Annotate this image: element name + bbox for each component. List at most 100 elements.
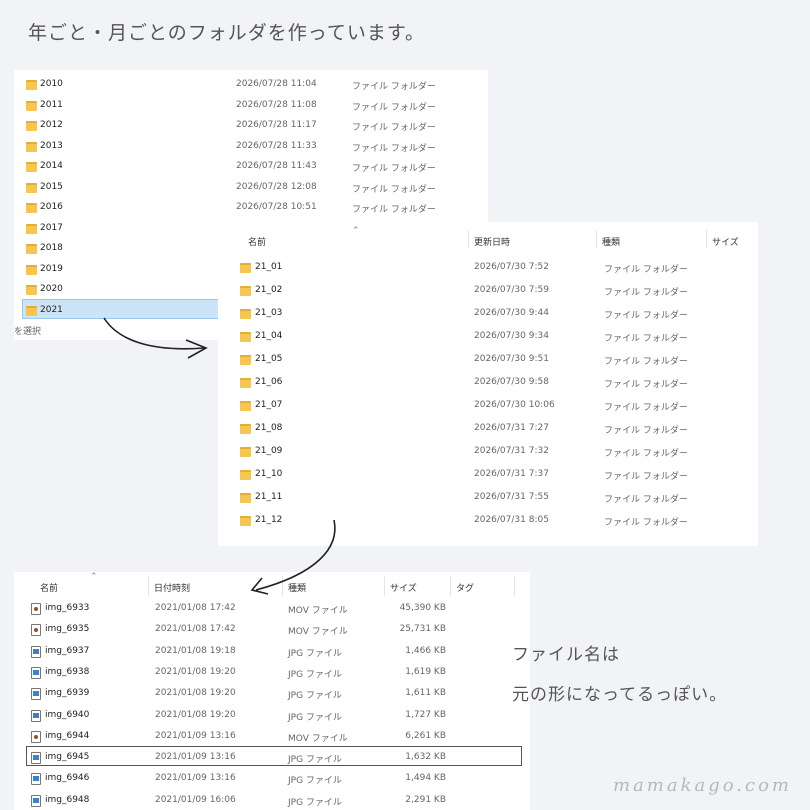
folder-type: ファイル フォルダー <box>352 164 436 174</box>
column-header-name[interactable]: 名前 <box>40 581 58 594</box>
year-folder-row[interactable]: 2012 2026/07/28 11:17 ファイル フォルダー <box>14 120 488 134</box>
folder-name: 21_06 <box>255 377 283 387</box>
folder-icon <box>26 100 37 111</box>
folder-type: ファイル フォルダー <box>604 311 688 321</box>
column-header-date[interactable]: 更新日時 <box>474 235 510 248</box>
file-row[interactable]: img_6946 2021/01/09 13:16 JPG ファイル 1,494 KB <box>14 773 530 787</box>
month-folder-row[interactable]: 21_08 2026/07/31 7:27 ファイル フォルダー <box>218 423 758 439</box>
folder-name: 2016 <box>40 202 63 212</box>
month-folder-window: 名前 ⌃ 更新日時 種類 サイズ 21_01 2026/07/30 7:52 ファイ… <box>218 222 758 546</box>
folder-name: 21_04 <box>255 331 283 341</box>
side-note-line-1: ファイル名は <box>512 645 620 665</box>
column-header-size[interactable]: サイズ <box>390 581 417 594</box>
folder-icon <box>240 355 251 365</box>
folder-date: 2026/07/28 11:04 <box>236 79 317 89</box>
file-size: 1,619 KB <box>405 666 446 677</box>
folder-name: 2015 <box>40 181 63 192</box>
image-file-icon <box>31 645 41 658</box>
folder-date: 2026/07/31 7:37 <box>474 469 549 479</box>
column-header-type[interactable]: 種類 <box>288 581 306 594</box>
year-folder-row[interactable]: 2013 2026/07/28 11:33 ファイル フォルダー <box>14 141 488 155</box>
folder-date: 2026/07/30 9:44 <box>474 308 549 318</box>
file-name: img_6946 <box>45 773 90 784</box>
folder-name: 21_05 <box>255 354 283 364</box>
file-row[interactable]: img_6938 2021/01/08 19:20 JPG ファイル 1,619 KB <box>14 666 530 681</box>
month-folder-row[interactable]: 21_01 2026/07/30 7:52 ファイル フォルダー <box>218 262 758 278</box>
file-size: 2,291 KB <box>405 794 446 805</box>
column-header-date[interactable]: 日付時刻 <box>154 581 190 594</box>
folder-name: 21_08 <box>255 423 283 433</box>
folder-date: 2026/07/30 9:34 <box>474 331 549 341</box>
folder-date: 2026/07/28 11:17 <box>236 120 317 130</box>
column-header-name[interactable]: 名前 <box>248 235 266 248</box>
folder-name: 2018 <box>40 243 63 253</box>
folder-type: ファイル フォルダー <box>352 123 436 133</box>
folder-icon <box>240 286 251 296</box>
file-row[interactable]: img_6935 2021/01/08 17:42 MOV ファイル 25,731 K… <box>14 624 530 638</box>
month-folder-row[interactable]: 21_04 2026/07/30 9:34 ファイル フォルダー <box>218 331 758 347</box>
folder-type: ファイル フォルダー <box>352 205 436 215</box>
month-folder-row[interactable]: 21_02 2026/07/30 7:59 ファイル フォルダー <box>218 285 758 301</box>
folder-type: ファイル フォルダー <box>604 380 688 390</box>
file-row[interactable]: img_6945 2021/01/09 13:16 JPG ファイル 1,632 KB <box>14 752 530 766</box>
folder-date: 2026/07/30 7:52 <box>474 262 549 272</box>
folder-name: 2021 <box>40 304 63 315</box>
folder-date: 2026/07/31 7:55 <box>474 492 549 502</box>
folder-name: 2020 <box>40 284 63 294</box>
folder-date: 2026/07/30 10:06 <box>474 400 555 410</box>
column-header-type[interactable]: 種類 <box>602 235 620 248</box>
file-row[interactable]: img_6937 2021/01/08 19:18 JPG ファイル 1,466 KB <box>14 645 530 660</box>
file-row[interactable]: img_6933 2021/01/08 17:42 MOV ファイル 45,390 K… <box>14 603 530 617</box>
file-date: 2021/01/08 17:42 <box>155 624 236 635</box>
month-folder-row[interactable]: 21_11 2026/07/31 7:55 ファイル フォルダー <box>218 492 758 508</box>
month-folder-row[interactable]: 21_06 2026/07/30 9:58 ファイル フォルダー <box>218 377 758 393</box>
year-folder-row[interactable]: 2015 2026/07/28 12:08 ファイル フォルダー <box>14 182 488 196</box>
folder-icon <box>240 309 251 319</box>
file-row[interactable]: img_6940 2021/01/08 19:20 JPG ファイル 1,727 KB <box>14 709 530 724</box>
folder-icon <box>26 80 37 90</box>
month-folder-row[interactable]: 21_10 2026/07/31 7:37 ファイル フォルダー <box>218 469 758 485</box>
file-row[interactable]: img_6944 2021/01/09 13:16 MOV ファイル 6,261 KB <box>14 730 530 745</box>
folder-icon <box>240 447 251 457</box>
folder-icon <box>26 182 37 193</box>
month-folder-row[interactable]: 21_12 2026/07/31 8:05 ファイル フォルダー <box>218 515 758 531</box>
folder-name: 21_01 <box>255 262 283 272</box>
folder-name: 2011 <box>40 99 63 110</box>
year-folder-row[interactable]: 2014 2026/07/28 11:43 ファイル フォルダー <box>14 161 488 175</box>
watermark-text: mamakago.com <box>613 775 792 796</box>
folder-icon <box>26 223 37 234</box>
movie-file-icon <box>31 624 41 637</box>
file-type: JPG ファイル <box>288 712 342 723</box>
folder-name: 2012 <box>40 120 63 130</box>
file-size: 1,727 KB <box>405 709 446 720</box>
folder-type: ファイル フォルダー <box>604 495 688 505</box>
folder-name: 21_11 <box>255 492 283 502</box>
year-folder-row[interactable]: 2010 2026/07/28 11:04 ファイル フォルダー <box>14 79 488 93</box>
file-date: 2021/01/08 19:18 <box>155 645 236 656</box>
folder-icon <box>240 470 251 480</box>
month-folder-row[interactable]: 21_09 2026/07/31 7:32 ファイル フォルダー <box>218 446 758 462</box>
file-name: img_6940 <box>45 709 90 720</box>
month-folder-row[interactable]: 21_05 2026/07/30 9:51 ファイル フォルダー <box>218 354 758 370</box>
folder-type: ファイル フォルダー <box>604 426 688 436</box>
file-size: 1,466 KB <box>405 645 446 656</box>
file-row[interactable]: img_6948 2021/01/09 16:06 JPG ファイル 2,291 KB <box>14 794 530 809</box>
file-size: 1,632 KB <box>405 752 446 763</box>
folder-icon <box>240 516 251 526</box>
file-date: 2021/01/08 17:42 <box>155 603 236 613</box>
folder-name: 21_07 <box>255 400 283 410</box>
folder-date: 2026/07/28 12:08 <box>236 181 317 192</box>
month-folder-row[interactable]: 21_03 2026/07/30 9:44 ファイル フォルダー <box>218 308 758 324</box>
year-folder-row[interactable]: 2016 2026/07/28 10:51 ファイル フォルダー <box>14 202 488 216</box>
folder-type: ファイル フォルダー <box>352 102 436 113</box>
folder-name: 2019 <box>40 263 63 274</box>
file-size: 1,611 KB <box>405 688 446 699</box>
file-row[interactable]: img_6939 2021/01/08 19:20 JPG ファイル 1,611 KB <box>14 688 530 702</box>
year-folder-row[interactable]: 2011 2026/07/28 11:08 ファイル フォルダー <box>14 100 488 114</box>
month-folder-row[interactable]: 21_07 2026/07/30 10:06 ファイル フォルダー <box>218 400 758 416</box>
column-header-size[interactable]: サイズ <box>712 235 739 248</box>
file-list-window: 名前 ⌃ 日付時刻 種類 サイズ タグ img_6933 2021/01/08 1… <box>14 572 530 810</box>
folder-name: 2017 <box>40 222 63 233</box>
column-header-tag[interactable]: タグ <box>456 581 474 594</box>
file-type: JPG ファイル <box>288 797 342 808</box>
